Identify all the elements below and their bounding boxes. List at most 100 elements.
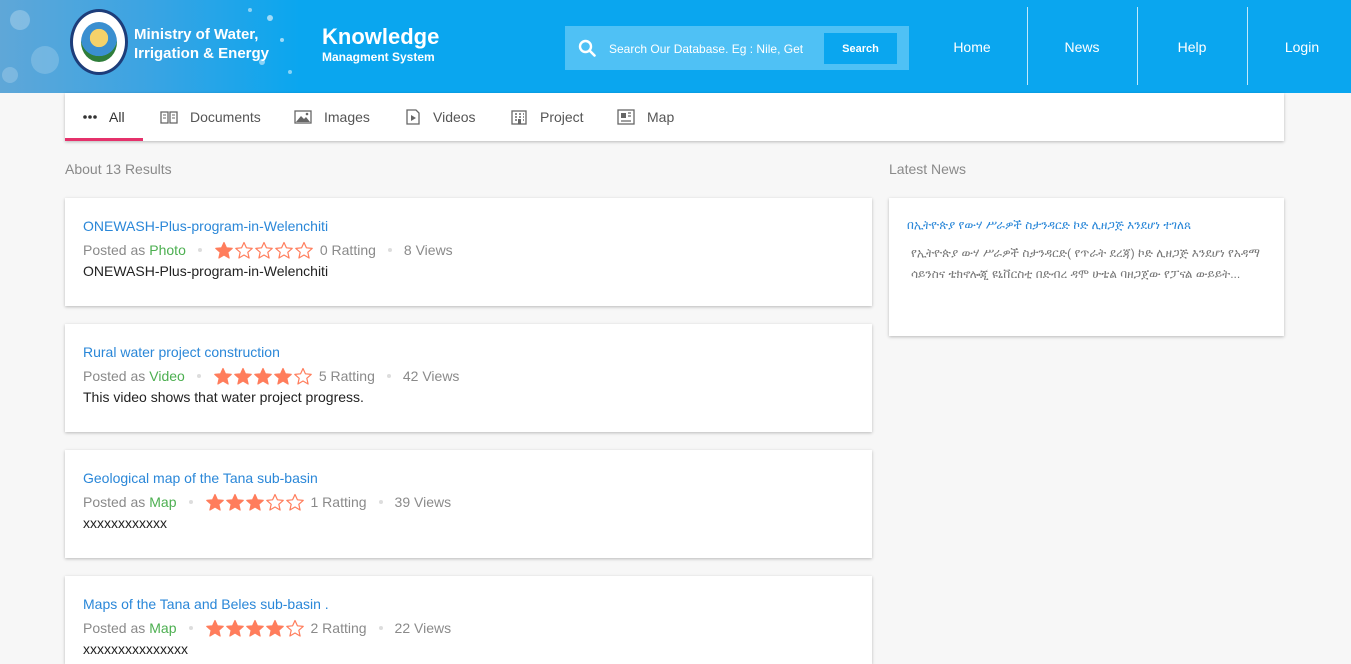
star-filled-icon[interactable] [214,241,234,259]
ministry-name: Ministry of Water, Irrigation & Energy [134,25,269,63]
tab-documents[interactable]: Documents [160,93,261,141]
tab-map[interactable]: Map [617,93,674,141]
views-count: 39 Views [394,494,452,510]
ministry-name-line1: Ministry of Water, [134,26,259,43]
tab-images[interactable]: Images [294,93,370,141]
map-icon [617,109,635,125]
search-input[interactable] [609,38,804,60]
star-filled-icon[interactable] [225,619,245,637]
result-meta: Posted as Map 2 Ratting 22 Views [83,619,451,637]
separator-dot [386,374,391,378]
star-empty-icon[interactable] [254,241,274,259]
posted-as-label: Posted as [83,242,146,258]
search-button[interactable]: Search [824,33,897,64]
logo-emblem [81,22,117,62]
nav-help[interactable]: Help [1137,0,1247,93]
star-filled-icon[interactable] [265,619,285,637]
star-filled-icon[interactable] [213,367,233,385]
latest-news-heading: Latest News [889,161,967,177]
top-header: Ministry of Water, Irrigation & Energy K… [0,0,1351,93]
star-empty-icon[interactable] [234,241,254,259]
result-meta: Posted as Photo 0 Ratting 8 Views [83,241,453,259]
posted-as-label: Posted as [83,368,146,384]
search-bar: Search [565,26,909,70]
tab-label: Map [647,109,675,125]
ministry-name-line2: Irrigation & Energy [134,45,270,62]
result-description: This video shows that water project prog… [83,389,364,405]
active-tab-indicator [65,138,143,141]
star-filled-icon[interactable] [245,493,265,511]
building-icon [510,109,528,125]
system-title: Knowledge [322,24,440,49]
star-filled-icon[interactable] [225,493,245,511]
rating-count: 5 Ratting [318,368,375,384]
system-subtitle: Managment System [322,50,435,64]
star-empty-icon[interactable] [293,367,313,385]
separator-dot [197,248,202,252]
news-title-link[interactable]: በኢትዮጵያ የውሃ ሥራዎች ስታንዳርድ ኮድ ሊዘጋጅ እንደሆነ ተገለ… [907,218,1277,233]
star-filled-icon[interactable] [233,367,253,385]
rating-count: 0 Ratting [319,242,376,258]
rating-count: 2 Ratting [310,620,367,636]
separator-dot [188,500,193,504]
result-title-link[interactable]: Maps of the Tana and Beles sub-basin . [83,596,329,612]
filter-tabs: All Documents Images Videos Project Map [65,93,1284,141]
star-rating[interactable] [213,367,313,385]
separator-dot [196,374,201,378]
star-filled-icon[interactable] [273,367,293,385]
nav-news[interactable]: News [1027,0,1137,93]
separator-dot [378,626,383,630]
tab-label: Images [324,109,370,125]
content-type[interactable]: Map [149,494,176,510]
star-empty-icon[interactable] [285,493,305,511]
result-description: xxxxxxxxxxxx [83,515,167,531]
star-rating[interactable] [205,619,305,637]
tab-project[interactable]: Project [510,93,584,141]
tab-videos[interactable]: Videos [405,93,476,141]
tab-label: Videos [433,109,476,125]
result-meta: Posted as Map 1 Ratting 39 Views [83,493,451,511]
search-icon [578,39,596,57]
content-type[interactable]: Photo [149,242,186,258]
star-rating[interactable] [214,241,314,259]
ministry-logo[interactable] [70,9,128,75]
star-filled-icon[interactable] [205,619,225,637]
result-title-link[interactable]: Rural water project construction [83,344,280,360]
content-type[interactable]: Video [149,368,185,384]
result-title-link[interactable]: ONEWASH-Plus-program-in-Welenchiti [83,218,328,234]
nav-home[interactable]: Home [917,0,1027,93]
image-icon [294,110,312,124]
result-card: Rural water project construction Posted … [65,324,872,432]
content-type[interactable]: Map [149,620,176,636]
video-icon [405,109,421,125]
result-title-link[interactable]: Geological map of the Tana sub-basin [83,470,318,486]
result-card: Maps of the Tana and Beles sub-basin . P… [65,576,872,664]
star-empty-icon[interactable] [274,241,294,259]
star-empty-icon[interactable] [294,241,314,259]
star-empty-icon[interactable] [285,619,305,637]
separator-dot [188,626,193,630]
result-description: xxxxxxxxxxxxxxx [83,641,188,657]
star-empty-icon[interactable] [265,493,285,511]
separator-dot [387,248,392,252]
star-filled-icon[interactable] [205,493,225,511]
more-dots-icon [83,110,97,124]
separator-dot [378,500,383,504]
rating-count: 1 Ratting [310,494,367,510]
star-rating[interactable] [205,493,305,511]
views-count: 22 Views [394,620,452,636]
tab-all[interactable]: All [83,93,125,141]
tab-label: Project [540,109,584,125]
result-description: ONEWASH-Plus-program-in-Welenchiti [83,263,329,279]
views-count: 42 Views [402,368,460,384]
news-card: በኢትዮጵያ የውሃ ሥራዎች ስታንዳርድ ኮድ ሊዘጋጅ እንደሆነ ተገለ… [889,198,1284,336]
star-filled-icon[interactable] [253,367,273,385]
star-filled-icon[interactable] [245,619,265,637]
views-count: 8 Views [403,242,453,258]
nav-login[interactable]: Login [1247,0,1351,93]
result-meta: Posted as Video 5 Ratting 42 Views [83,367,459,385]
tab-label: All [109,109,125,125]
book-icon [160,110,178,124]
news-excerpt: የኢትዮጵያ ውሃ ሥራዎች ስታንዳርድ( የጥራት ደረጃ) ኮድ ሊዘጋጅ… [911,246,1260,281]
tab-label: Documents [190,109,261,125]
